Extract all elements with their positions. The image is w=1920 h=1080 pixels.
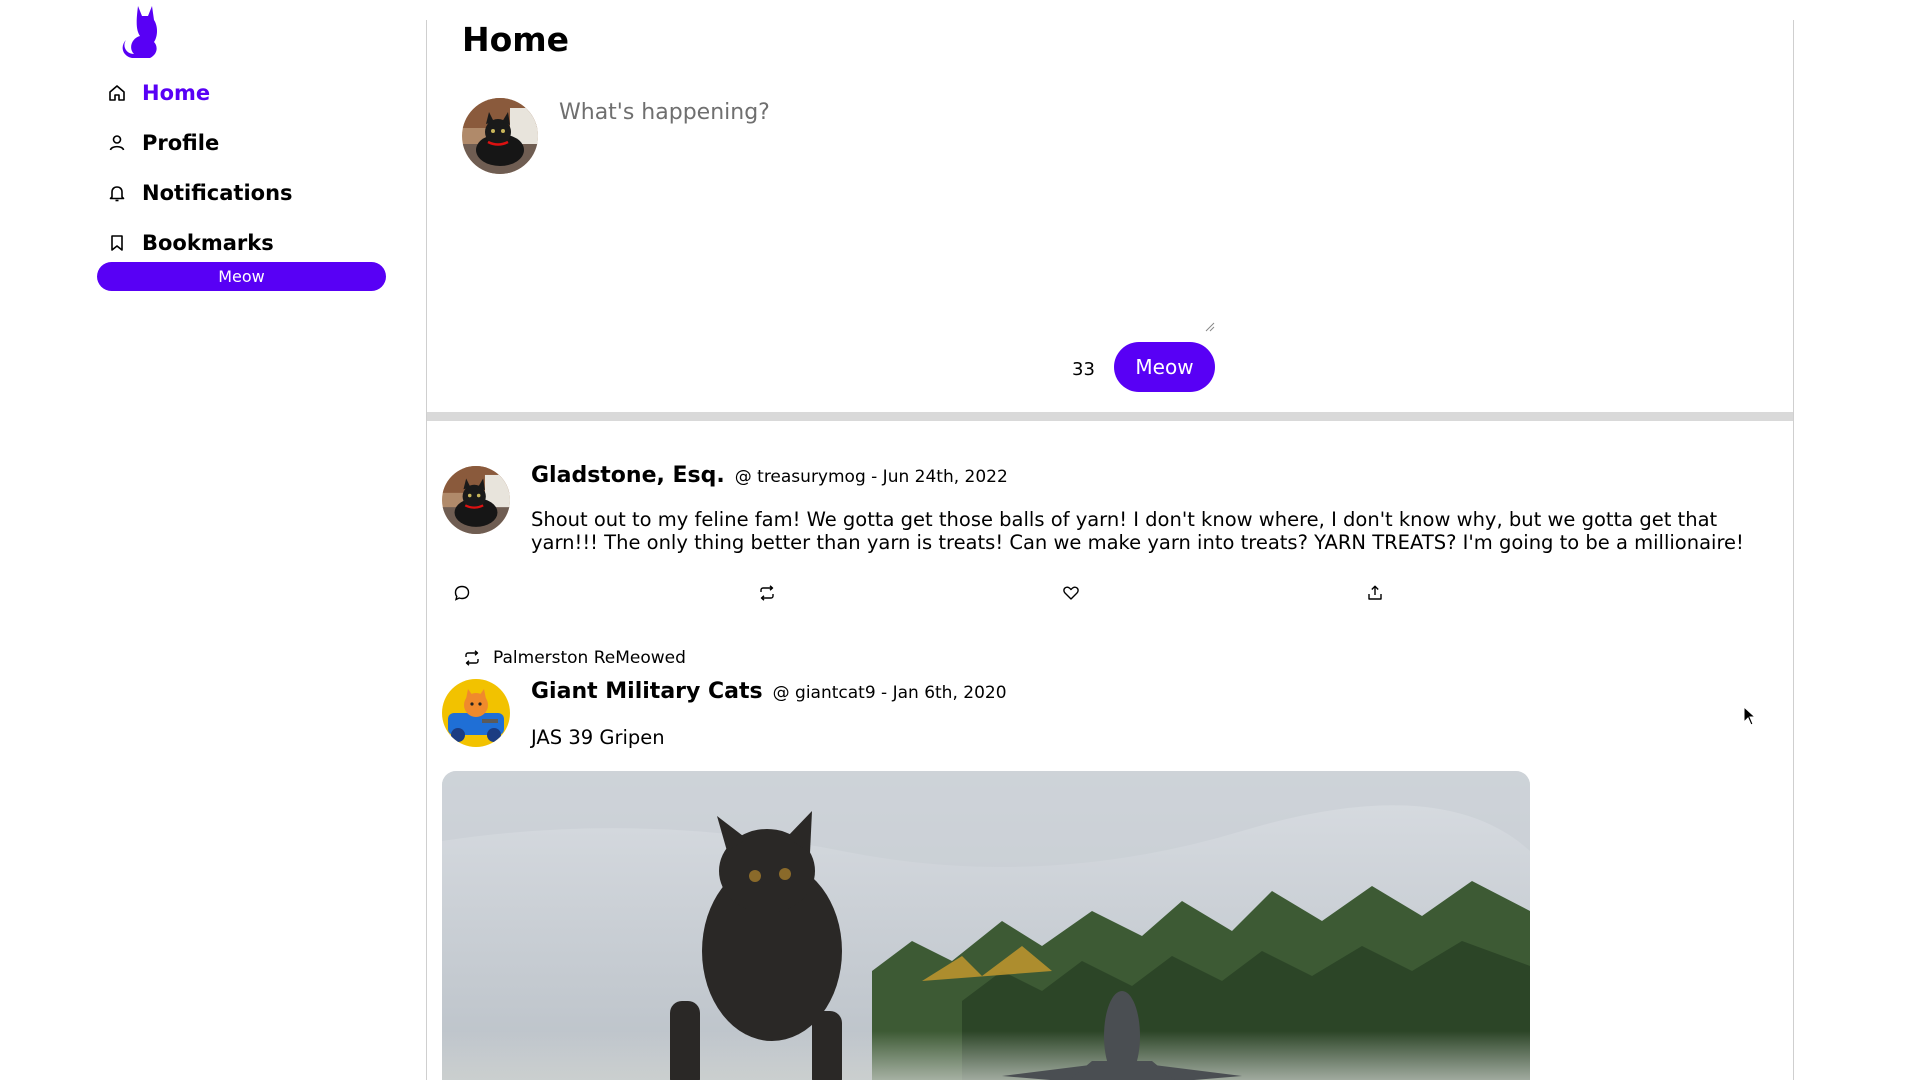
compose-input[interactable] xyxy=(559,100,1245,330)
remeow-label: Palmerston ReMeowed xyxy=(493,648,686,668)
cat-logo-icon[interactable] xyxy=(118,2,164,60)
bell-icon xyxy=(106,182,128,204)
sidebar-item-label: Home xyxy=(142,81,211,105)
user-icon xyxy=(106,132,128,154)
app: Home Profile Notifications Bookmarks Meo… xyxy=(0,0,1920,1080)
post-image[interactable] xyxy=(442,771,1530,1080)
post-body: JAS 39 Gripen xyxy=(531,726,665,749)
post-header: Gladstone, Esq. @ treasurymog - Jun 24th… xyxy=(531,463,1008,488)
heart-icon[interactable] xyxy=(1060,582,1082,604)
character-count: 33 xyxy=(1072,359,1095,380)
sidebar-item-label: Profile xyxy=(142,131,220,155)
post-author-name[interactable]: Giant Military Cats xyxy=(531,679,763,704)
home-icon xyxy=(106,82,128,104)
post-header: Giant Military Cats @ giantcat9 - Jan 6t… xyxy=(531,679,1007,704)
mouse-cursor-icon xyxy=(1743,705,1757,726)
main-feed: Home 33 Meow xyxy=(426,20,1794,1080)
sidebar-nav: Home Profile Notifications Bookmarks xyxy=(106,68,293,268)
remeow-icon[interactable] xyxy=(756,582,778,604)
sidebar-item-profile[interactable]: Profile xyxy=(106,118,293,168)
comment-icon[interactable] xyxy=(451,582,473,604)
page-title: Home xyxy=(462,20,570,59)
avatar xyxy=(462,98,538,174)
post-meta: @ treasurymog - Jun 24th, 2022 xyxy=(734,467,1008,487)
sidebar-item-bookmarks[interactable]: Bookmarks xyxy=(106,218,293,268)
avatar[interactable] xyxy=(442,466,510,534)
sidebar-item-label: Notifications xyxy=(142,181,293,205)
remeow-icon xyxy=(463,648,483,668)
meow-submit-button[interactable]: Meow xyxy=(1114,342,1215,392)
divider xyxy=(427,412,1793,421)
sidebar: Home Profile Notifications Bookmarks Meo… xyxy=(0,0,426,1080)
remeow-indicator: Palmerston ReMeowed xyxy=(463,648,686,668)
resize-handle-icon[interactable] xyxy=(1203,317,1215,332)
share-icon[interactable] xyxy=(1364,582,1386,604)
sidebar-meow-button[interactable]: Meow xyxy=(97,262,386,291)
post-body: Shout out to my feline fam! We gotta get… xyxy=(531,508,1744,554)
bookmark-icon xyxy=(106,232,128,254)
sidebar-item-label: Bookmarks xyxy=(142,231,274,255)
post-meta: @ giantcat9 - Jan 6th, 2020 xyxy=(772,683,1007,703)
post-author-name[interactable]: Gladstone, Esq. xyxy=(531,463,725,488)
sidebar-item-notifications[interactable]: Notifications xyxy=(106,168,293,218)
sidebar-item-home[interactable]: Home xyxy=(106,68,293,118)
avatar[interactable] xyxy=(442,679,510,747)
